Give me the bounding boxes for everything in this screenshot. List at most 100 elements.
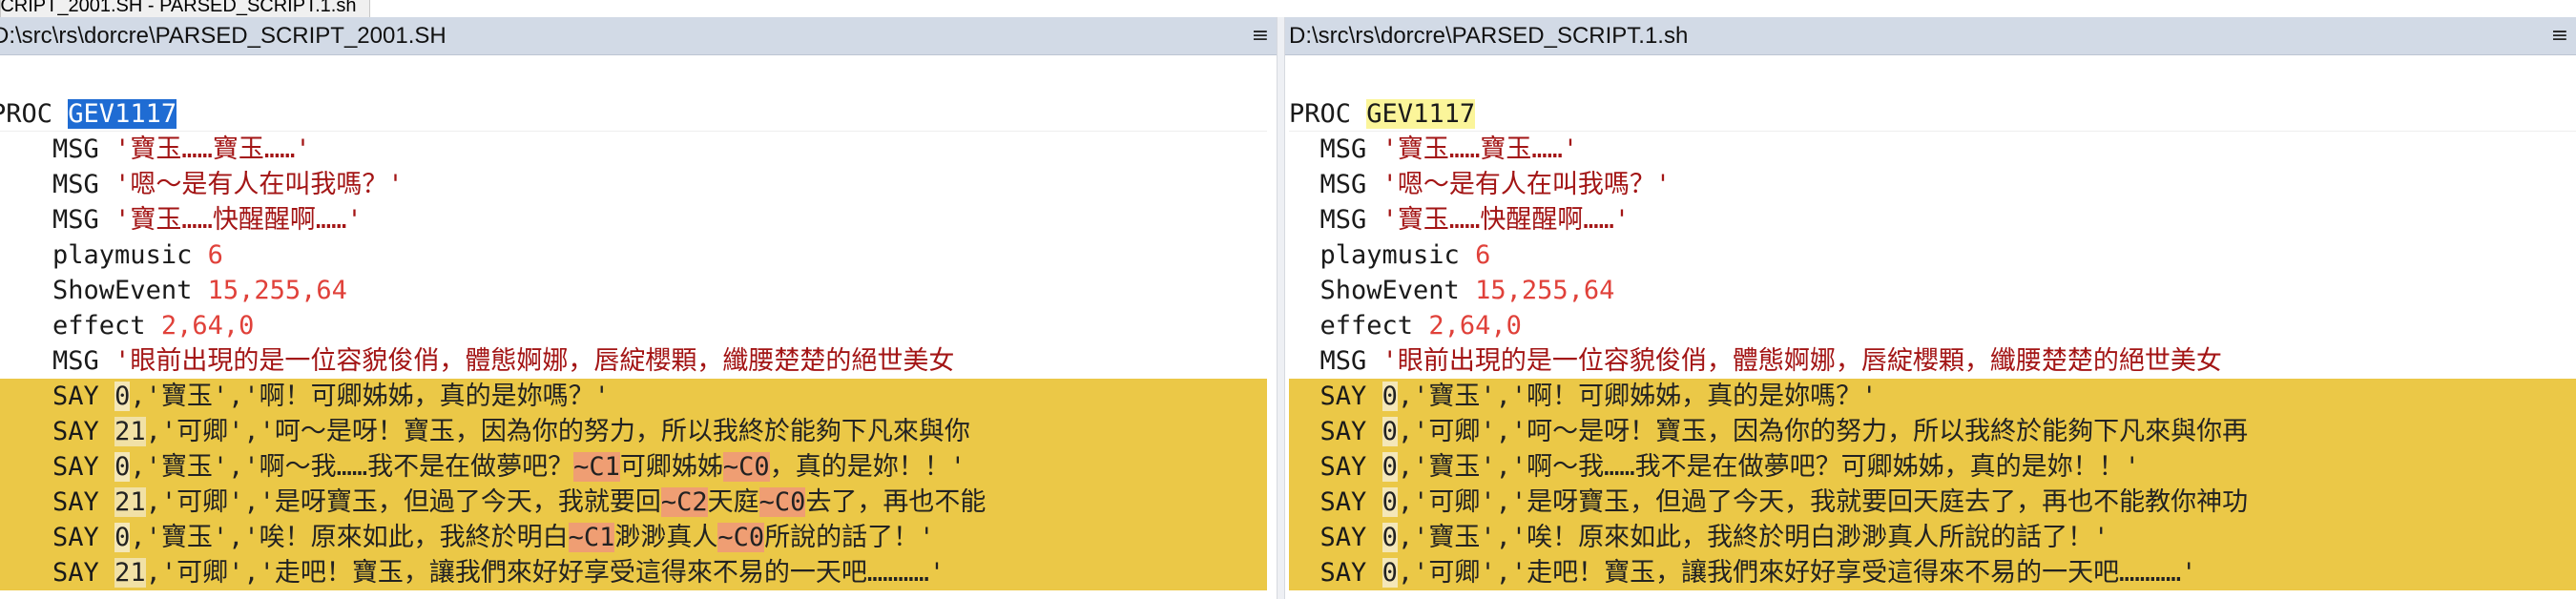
command: MSG [52,170,99,199]
diff-line[interactable]: SAY 0,'寶玉','唉！原來如此，我終於明白~C1渺渺真人~C0所說的話了！… [0,520,1267,555]
inner-diff-code: ~C1 [573,452,620,482]
say-text: 所說的話了！' [764,523,935,552]
command: SAY [1319,523,1367,552]
say-text: ,'可卿','呵～是呀！寶玉，因為你的努力，所以我終於能夠下凡來與你再 [1397,417,2249,446]
code-line[interactable]: MSG '寶玉……快醒醒啊……' [1289,202,2576,238]
left-code-view[interactable]: PROC GEV1117 MSG '寶玉……寶玉……' MSG '嗯～是有人在叫… [0,96,1267,590]
say-text: ,'寶玉','啊～我……我不是在做夢吧？可卿姊姊，真的是妳！！' [1397,452,2140,482]
command: SAY [1319,382,1367,411]
say-number-diff: 21 [114,417,146,446]
code-line[interactable]: effect 2,64,0 [1289,308,2576,343]
command: SAY [52,417,99,446]
command: SAY [52,452,99,482]
say-number: 0 [1381,558,1398,588]
command: SAY [1319,558,1367,588]
string-literal: '嗯～是有人在叫我嗎？' [1381,170,1672,199]
code-line[interactable]: PROC GEV1117 [0,96,1267,132]
diff-line[interactable]: SAY 0,'可卿','呵～是呀！寶玉，因為你的努力，所以我終於能夠下凡來與你再 [1289,414,2576,449]
code-line[interactable]: playmusic 6 [0,238,1267,273]
diff-line[interactable]: SAY 0,'寶玉','唉！原來如此，我終於明白渺渺真人所說的話了！' [1289,520,2576,555]
proc-keyword: PROC [1289,99,1352,129]
proc-name-selected[interactable]: GEV1117 [68,99,177,129]
left-pane: D:\src\rs\dorcre\PARSED_SCRIPT_2001.SH ≡… [0,17,1277,599]
right-pane: D:\src\rs\dorcre\PARSED_SCRIPT.1.sh ≡ PR… [1285,17,2576,599]
say-text: ,'寶玉','啊！可卿姊姊，真的是妳嗎？' [130,382,610,411]
say-number: 0 [1381,452,1398,482]
command: MSG [1319,205,1367,235]
command: MSG [1319,134,1367,164]
say-text: ,'可卿','走吧！寶玉，讓我們來好好享受這得來不易的一天吧…………' [1397,558,2197,588]
code-line[interactable]: MSG '寶玉……寶玉……' [0,132,1267,167]
say-number: 0 [114,382,131,411]
diff-line[interactable]: SAY 21,'可卿','走吧！寶玉，讓我們來好好享受這得來不易的一天吧…………… [0,555,1267,590]
code-line[interactable]: PROC GEV1117 [1289,96,2576,132]
say-text: 去了，再也不能 [805,487,987,517]
say-text: ，真的是妳！！' [769,452,966,482]
code-line[interactable]: effect 2,64,0 [0,308,1267,343]
say-number: 0 [1381,382,1398,411]
command: playmusic [52,240,193,270]
diff-line[interactable]: SAY 0,'寶玉','啊～我……我不是在做夢吧？~C1可卿姊姊~C0，真的是妳… [0,449,1267,485]
window-tab[interactable]: SCRIPT_2001.SH - PARSED_SCRIPT.1.sh [0,0,371,17]
string-literal: '寶玉……快醒醒啊……' [1381,205,1631,235]
say-number: 0 [1381,487,1398,517]
diff-line[interactable]: SAY 0,'可卿','是呀寶玉，但過了今天，我就要回天庭去了，再也不能教你神功 [1289,485,2576,520]
hamburger-menu-icon[interactable]: ≡ [2547,23,2572,50]
window-tabbar: SCRIPT_2001.SH - PARSED_SCRIPT.1.sh [0,0,2576,17]
say-text: 天庭 [707,487,759,517]
say-text: ,'寶玉','啊！可卿姊姊，真的是妳嗎？' [1397,382,1878,411]
diff-line[interactable]: SAY 0,'可卿','走吧！寶玉，讓我們來好好享受這得來不易的一天吧…………' [1289,555,2576,590]
say-number: 0 [1381,523,1398,552]
say-text: ,'可卿','是呀寶玉，但過了今天，我就要回 [145,487,661,517]
diff-line[interactable]: SAY 21,'可卿','是呀寶玉，但過了今天，我就要回~C2天庭~C0去了，再… [0,485,1267,520]
hamburger-menu-icon[interactable]: ≡ [1248,23,1273,50]
command: ShowEvent [1319,276,1460,305]
diff-line[interactable]: SAY 0,'寶玉','啊！可卿姊姊，真的是妳嗎？' [0,379,1267,414]
say-number-diff: 21 [114,487,146,517]
code-line[interactable]: ShowEvent 15,255,64 [1289,273,2576,308]
say-number: 0 [114,452,131,482]
say-text: ,'可卿','走吧！寶玉，讓我們來好好享受這得來不易的一天吧…………' [145,558,945,588]
say-number-diff: 21 [114,558,146,588]
command: MSG [52,205,99,235]
diff-line[interactable]: SAY 0,'寶玉','啊！可卿姊姊，真的是妳嗎？' [1289,379,2576,414]
string-literal: '寶玉……寶玉……' [114,134,311,164]
string-literal: '眼前出現的是一位容貌俊俏，體態婀娜，唇綻櫻顆，纖腰楚楚的絕世美女 [1381,346,2222,376]
proc-name-highlighted[interactable]: GEV1117 [1366,99,1476,129]
numeric-args: 15,255,64 [1475,276,1615,305]
pane-splitter[interactable] [1277,17,1285,599]
command: SAY [52,523,99,552]
code-line[interactable]: playmusic 6 [1289,238,2576,273]
say-text: 渺渺真人 [614,523,718,552]
command: SAY [1319,487,1367,517]
command: MSG [52,346,99,376]
command: SAY [52,558,99,588]
code-line[interactable]: MSG '眼前出現的是一位容貌俊俏，體態婀娜，唇綻櫻顆，纖腰楚楚的絕世美女 [0,343,1267,379]
say-text: ,'寶玉','唉！原來如此，我終於明白渺渺真人所說的話了！' [1397,523,2109,552]
string-literal: '寶玉……快醒醒啊……' [114,205,363,235]
right-code-view[interactable]: PROC GEV1117 MSG '寶玉……寶玉……' MSG '嗯～是有人在叫… [1289,96,2576,590]
code-line[interactable]: MSG '寶玉……寶玉……' [1289,132,2576,167]
command: playmusic [1319,240,1460,270]
left-pane-header: D:\src\rs\dorcre\PARSED_SCRIPT_2001.SH ≡ [0,17,1277,55]
proc-keyword: PROC [0,99,53,129]
string-literal: '寶玉……寶玉……' [1381,134,1579,164]
inner-diff-code: ~C0 [758,487,806,517]
code-line[interactable]: MSG '眼前出現的是一位容貌俊俏，體態婀娜，唇綻櫻顆，纖腰楚楚的絕世美女 [1289,343,2576,379]
diff-line[interactable]: SAY 0,'寶玉','啊～我……我不是在做夢吧？可卿姊姊，真的是妳！！' [1289,449,2576,485]
code-line[interactable]: ShowEvent 15,255,64 [0,273,1267,308]
command: MSG [52,134,99,164]
say-text: ,'可卿','呵～是呀！寶玉，因為你的努力，所以我終於能夠下凡來與你 [145,417,970,446]
code-line[interactable]: MSG '寶玉……快醒醒啊……' [0,202,1267,238]
code-line[interactable]: MSG '嗯～是有人在叫我嗎？' [0,167,1267,202]
command: SAY [52,487,99,517]
string-literal: '眼前出現的是一位容貌俊俏，體態婀娜，唇綻櫻顆，纖腰楚楚的絕世美女 [114,346,955,376]
inner-diff-code: ~C0 [717,523,765,552]
string-literal: '嗯～是有人在叫我嗎？' [114,170,404,199]
command: effect [1319,311,1414,341]
left-file-path: D:\src\rs\dorcre\PARSED_SCRIPT_2001.SH [0,23,447,49]
inner-diff-code: ~C2 [660,487,708,517]
code-line[interactable]: MSG '嗯～是有人在叫我嗎？' [1289,167,2576,202]
say-number: 0 [114,523,131,552]
diff-line[interactable]: SAY 21,'可卿','呵～是呀！寶玉，因為你的努力，所以我終於能夠下凡來與你 [0,414,1267,449]
